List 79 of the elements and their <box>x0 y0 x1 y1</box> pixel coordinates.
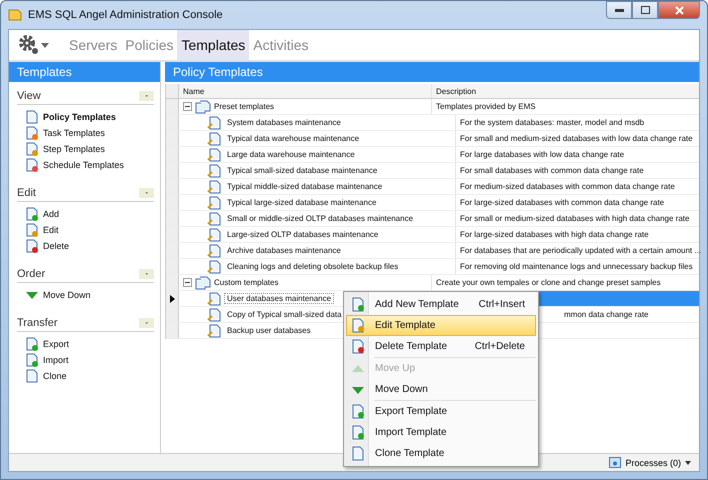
menu-item[interactable]: Export Template <box>346 401 536 422</box>
table-cell: For small databases with common data change rate <box>460 166 644 175</box>
menu-item[interactable]: Add New Template Ctrl+Insert <box>346 294 536 315</box>
table-cell: For large-sized databases with common data change rate <box>460 198 664 207</box>
table-cell: For large-sized databases with high data change rate <box>460 230 649 239</box>
sidebar-item[interactable]: Step Templates <box>17 141 154 157</box>
panel-header: Policy Templates <box>165 62 699 82</box>
tree-cell[interactable]: Backup user databases <box>224 325 314 336</box>
table-cell: For the system databases: master, model and msdb <box>460 118 644 127</box>
maximize-icon <box>640 6 650 14</box>
table-cell: mmon data change rate <box>564 310 648 319</box>
documents-icon <box>195 276 211 290</box>
collapse-button[interactable]: - <box>139 188 154 198</box>
tree-cell[interactable]: Copy of Typical small-sized data <box>224 309 345 320</box>
app-logo-icon <box>8 8 22 22</box>
row-indicator-icon <box>170 294 174 302</box>
minimize-button[interactable] <box>606 1 632 19</box>
delete-document-icon <box>25 239 39 253</box>
section-title: Edit <box>17 187 36 199</box>
nav-tab[interactable]: Templates <box>177 30 250 60</box>
sidebar-item[interactable]: Export <box>17 336 154 352</box>
table-cell: For small and medium-sized databases with low data change rate <box>460 134 693 143</box>
tree-cell[interactable]: Typical data warehouse maintenance <box>224 133 362 144</box>
tree-cell[interactable]: Large data warehouse maintenance <box>224 149 358 160</box>
section-title: View <box>17 90 41 102</box>
sidebar-item[interactable]: Edit <box>17 222 154 238</box>
collapse-toggle-icon[interactable] <box>183 102 192 111</box>
tree-cell: Custom templates <box>214 278 278 287</box>
menu-item[interactable]: Clone Template <box>346 443 536 464</box>
sidebar-item[interactable]: Policy Templates <box>17 109 154 125</box>
tree-cell[interactable]: User databases maintenance <box>224 293 334 304</box>
tree-cell[interactable]: Typical large-sized database maintenance <box>224 197 380 208</box>
table-cell: For small or medium-sized databases with high data change rate <box>460 214 690 223</box>
tree-cell[interactable]: Cleaning logs and deleting obsolete backup files <box>224 261 402 272</box>
column-header[interactable]: Description <box>432 84 699 98</box>
processes-button[interactable]: Processes (0) <box>609 457 691 468</box>
caret-icon <box>685 460 691 464</box>
gear-menu-icon[interactable] <box>17 33 51 57</box>
table-cell: For removing old maintenance logs and unnecessary backup files <box>460 262 693 271</box>
menu-item[interactable]: Edit Template <box>346 315 536 336</box>
sidebar-item[interactable]: Add <box>17 206 154 222</box>
sidebar-item[interactable]: Clone <box>17 368 154 384</box>
window-title: EMS SQL Angel Administration Console <box>28 9 223 21</box>
tree-cell: Preset templates <box>214 102 274 111</box>
menu-item[interactable]: Import Template <box>346 422 536 443</box>
table-cell: For databases that are periodically updated with a certain amount ... <box>460 246 702 255</box>
table-cell: Create your own tempales or clone and change preset samples <box>436 278 661 287</box>
minimize-icon <box>614 8 624 12</box>
section-title: Order <box>17 268 46 280</box>
menu-item[interactable]: Move Down <box>346 379 536 400</box>
tree-cell[interactable]: Typical middle-sized database maintenance <box>224 181 386 192</box>
table-cell: For large databases with low data change rate <box>460 150 624 159</box>
tree-cell[interactable]: Archive databases maintenance <box>224 245 344 256</box>
tree-cell[interactable]: Typical small-sized database maintenance <box>224 165 380 176</box>
document-icon <box>25 110 39 124</box>
collapse-button[interactable]: - <box>139 91 154 101</box>
table-cell: For medium-sized databases with common data change rate <box>460 182 675 191</box>
sidebar-item[interactable]: Move Down <box>17 287 154 303</box>
tree-cell[interactable]: System databases maintenance <box>224 117 344 128</box>
table-cell: Templates provided by EMS <box>436 102 536 111</box>
maximize-button[interactable] <box>632 1 658 19</box>
add-document-icon <box>25 207 39 221</box>
sidebar-item[interactable]: Schedule Templates <box>17 157 154 173</box>
sidebar-item[interactable]: Import <box>17 352 154 368</box>
menu-item[interactable]: Delete Template Ctrl+Delete <box>346 336 536 357</box>
column-header[interactable]: Name <box>179 84 432 98</box>
collapse-toggle-icon[interactable] <box>183 278 192 287</box>
gear-window-icon <box>609 457 622 468</box>
tree-cell[interactable]: Small or middle-sized OLTP databases maintenance <box>224 213 416 224</box>
sidebar-item[interactable]: Task Templates <box>17 125 154 141</box>
sidebar-header: Templates <box>9 62 160 82</box>
section-title: Transfer <box>17 317 58 329</box>
close-icon <box>674 6 684 14</box>
collapse-button[interactable]: - <box>139 269 154 279</box>
close-button[interactable] <box>658 1 700 19</box>
tree-cell[interactable]: Large-sized OLTP databases maintenance <box>224 229 382 240</box>
copy-documents-icon <box>25 369 39 383</box>
collapse-button[interactable]: - <box>139 318 154 328</box>
sidebar-item[interactable]: Delete <box>17 238 154 254</box>
